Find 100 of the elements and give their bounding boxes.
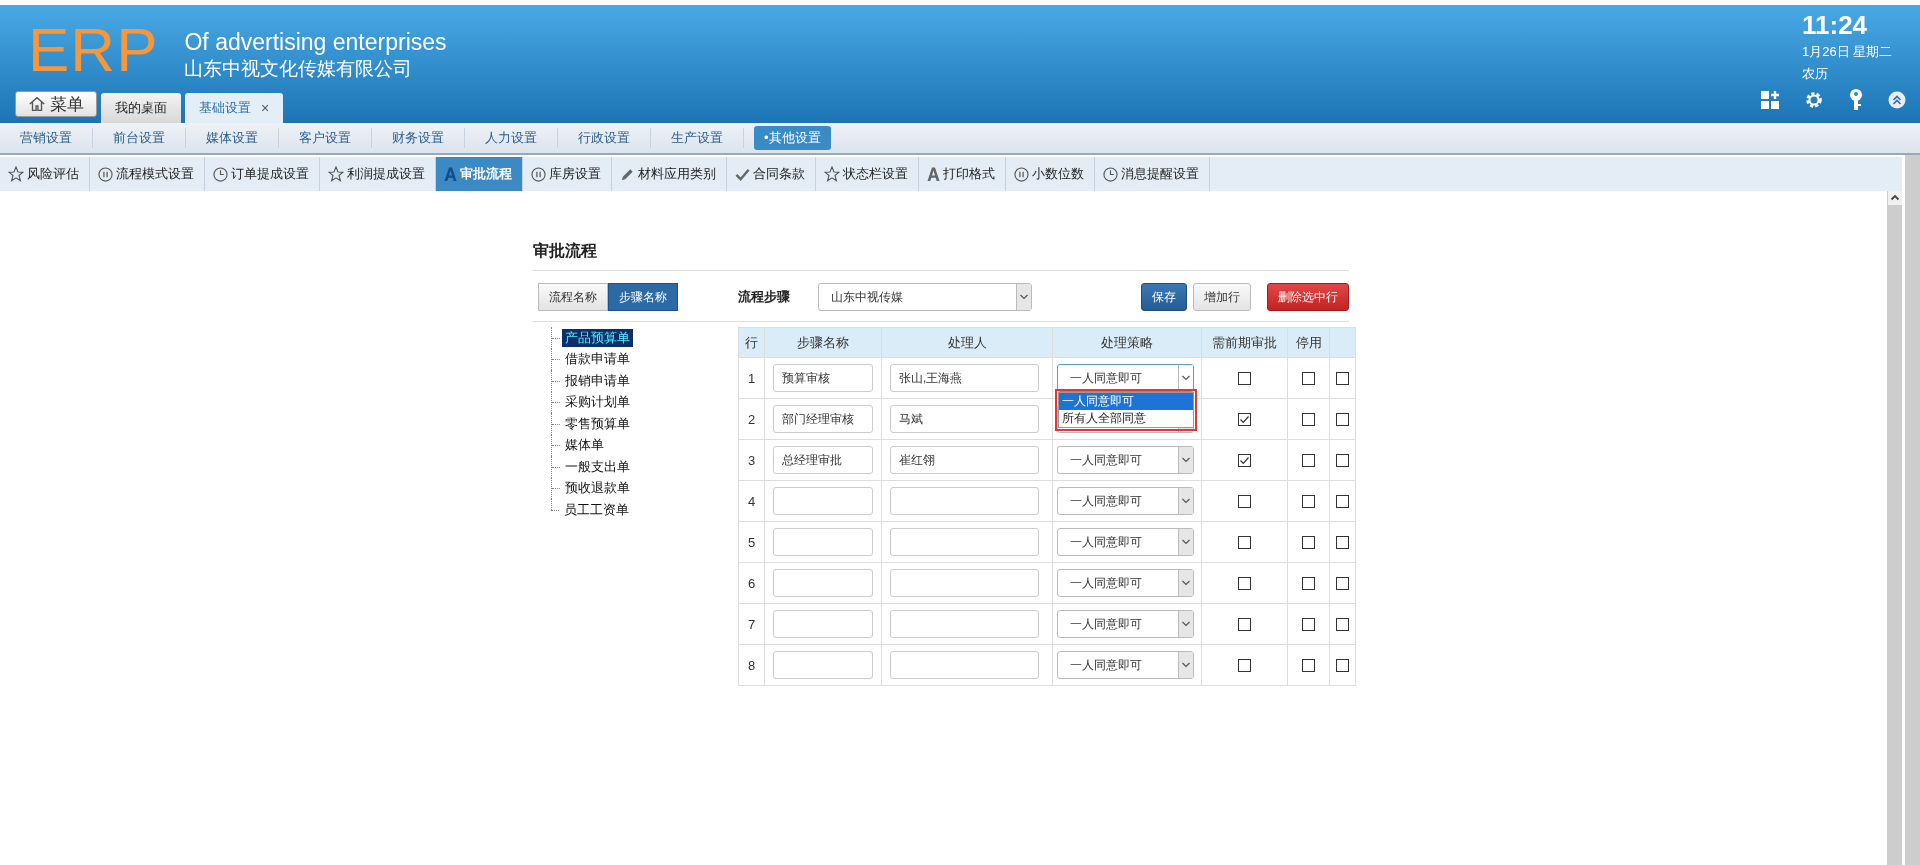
dropdown-option[interactable]: 所有人全部同意 <box>1059 410 1193 427</box>
checkbox[interactable] <box>1336 659 1349 673</box>
checkbox[interactable] <box>1336 536 1349 550</box>
settings-tab[interactable]: 订单提成设置 <box>205 157 320 191</box>
checkbox[interactable] <box>1336 372 1349 386</box>
strategy-select[interactable]: 一人同意即可 <box>1057 610 1194 638</box>
window-tab[interactable]: 基础设置 × <box>185 93 284 123</box>
strategy-select[interactable]: 一人同意即可 <box>1057 364 1194 392</box>
module-tab[interactable]: 人力设置 <box>475 126 547 150</box>
settings-tab[interactable]: 材料应用类别 <box>612 157 727 191</box>
step-name-field[interactable] <box>773 487 873 515</box>
checkbox[interactable] <box>1302 659 1315 673</box>
strategy-select[interactable]: 一人同意即可 <box>1057 528 1194 556</box>
handler-field[interactable] <box>890 610 1039 638</box>
tree-item[interactable]: 报销申请单 <box>562 371 633 390</box>
tree-item[interactable]: 零售预算单 <box>562 414 633 433</box>
checkbox[interactable] <box>1238 659 1251 673</box>
handler-field[interactable] <box>890 487 1039 515</box>
step-name-field[interactable] <box>773 610 873 638</box>
checkbox[interactable] <box>1336 495 1349 509</box>
handler-field[interactable] <box>890 528 1039 556</box>
tree-item[interactable]: 采购计划单 <box>562 393 633 412</box>
settings-tab[interactable]: 审批流程 <box>436 157 523 191</box>
checkbox[interactable] <box>1336 618 1349 632</box>
checkbox[interactable] <box>1302 495 1315 509</box>
dropdown-option[interactable]: 一人同意即可 <box>1059 393 1193 410</box>
tree-item[interactable]: 借款申请单 <box>562 350 633 369</box>
handler-field[interactable]: 张山,王海燕 <box>890 364 1039 392</box>
checkbox[interactable] <box>1238 454 1251 468</box>
settings-tab[interactable]: 合同条款 <box>727 157 816 191</box>
step-name-field[interactable] <box>773 651 873 679</box>
settings-tab[interactable]: 打印格式 <box>919 157 1006 191</box>
close-icon[interactable]: × <box>261 100 270 116</box>
checkbox[interactable] <box>1238 495 1251 509</box>
checkbox[interactable] <box>1302 372 1315 386</box>
strategy-select[interactable]: 一人同意即可 <box>1057 651 1194 679</box>
module-tab[interactable]: 行政设置 <box>568 126 640 150</box>
handler-field[interactable]: 马斌 <box>890 405 1039 433</box>
window-tab[interactable]: 我的桌面 <box>101 93 181 123</box>
checkbox[interactable] <box>1302 413 1315 427</box>
tree-item[interactable]: 产品预算单 <box>562 328 633 347</box>
module-tab[interactable]: 媒体设置 <box>196 126 268 150</box>
handler-field[interactable] <box>890 651 1039 679</box>
checkbox[interactable] <box>1336 413 1349 427</box>
module-tab[interactable]: 前台设置 <box>103 126 175 150</box>
scrollbar[interactable] <box>1887 191 1902 865</box>
settings-tab[interactable]: 库房设置 <box>523 157 612 191</box>
step-name-field[interactable]: 总经理审批 <box>773 446 873 474</box>
lunar-calendar-link[interactable]: 农历 <box>1802 63 1902 85</box>
checkbox[interactable] <box>1302 454 1315 468</box>
step-name-field[interactable] <box>773 528 873 556</box>
checkbox[interactable] <box>1238 577 1251 591</box>
process-select[interactable]: 山东中视传媒 <box>818 283 1032 311</box>
checkbox[interactable] <box>1238 413 1251 427</box>
module-tab[interactable]: 生产设置 <box>661 126 733 150</box>
settings-tab[interactable]: 流程模式设置 <box>90 157 205 191</box>
checkbox[interactable] <box>1238 372 1251 386</box>
collapse-icon[interactable] <box>1888 91 1906 109</box>
checkbox[interactable] <box>1302 536 1315 550</box>
checkbox[interactable] <box>1238 618 1251 632</box>
module-tab[interactable]: 营销设置 <box>10 126 82 150</box>
step-name-field[interactable]: 部门经理审核 <box>773 405 873 433</box>
settings-tab[interactable]: 小数位数 <box>1006 157 1095 191</box>
checkbox[interactable] <box>1302 577 1315 591</box>
checkbox[interactable] <box>1302 618 1315 632</box>
module-tab[interactable]: •其他设置 <box>754 126 831 150</box>
step-name-field[interactable]: 预算审核 <box>773 364 873 392</box>
clock-icon <box>1103 166 1118 182</box>
key-icon[interactable] <box>1848 89 1864 111</box>
scrollbar[interactable] <box>1905 155 1920 865</box>
scroll-up-icon[interactable] <box>1887 191 1902 205</box>
handler-field[interactable]: 崔红翎 <box>890 446 1039 474</box>
view-toggle-button[interactable]: 流程名称 <box>538 283 608 311</box>
step-name-field[interactable] <box>773 569 873 597</box>
tree-item[interactable]: 媒体单 <box>562 436 607 455</box>
caret-icon <box>1178 570 1193 596</box>
settings-icon[interactable] <box>1804 90 1824 110</box>
save-button[interactable]: 保存 <box>1141 283 1187 311</box>
checkbox[interactable] <box>1336 577 1349 591</box>
settings-tab[interactable]: 消息提醒设置 <box>1095 157 1210 191</box>
font-icon <box>444 167 457 181</box>
checkbox[interactable] <box>1238 536 1251 550</box>
add-row-button[interactable]: 增加行 <box>1193 283 1251 311</box>
strategy-select[interactable]: 一人同意即可 <box>1057 446 1194 474</box>
checkbox[interactable] <box>1336 454 1349 468</box>
module-tab[interactable]: 财务设置 <box>382 126 454 150</box>
row-number: 6 <box>738 562 765 604</box>
menu-button[interactable]: 菜单 <box>15 91 97 117</box>
module-tab[interactable]: 客户设置 <box>289 126 361 150</box>
delete-button[interactable]: 删除选中行 <box>1267 283 1349 311</box>
strategy-select[interactable]: 一人同意即可 <box>1057 487 1194 515</box>
tree-item[interactable]: 员工工资单 <box>561 500 632 519</box>
settings-tab[interactable]: 风险评估 <box>0 157 90 191</box>
view-toggle-button[interactable]: 步骤名称 <box>608 283 678 311</box>
handler-field[interactable] <box>890 569 1039 597</box>
settings-tab[interactable]: 状态栏设置 <box>816 157 919 191</box>
tree-item[interactable]: 预收退款单 <box>562 479 633 498</box>
tree-item[interactable]: 一般支出单 <box>562 457 633 476</box>
add-widget-icon[interactable] <box>1760 90 1780 110</box>
strategy-select[interactable]: 一人同意即可 <box>1057 569 1194 597</box>
